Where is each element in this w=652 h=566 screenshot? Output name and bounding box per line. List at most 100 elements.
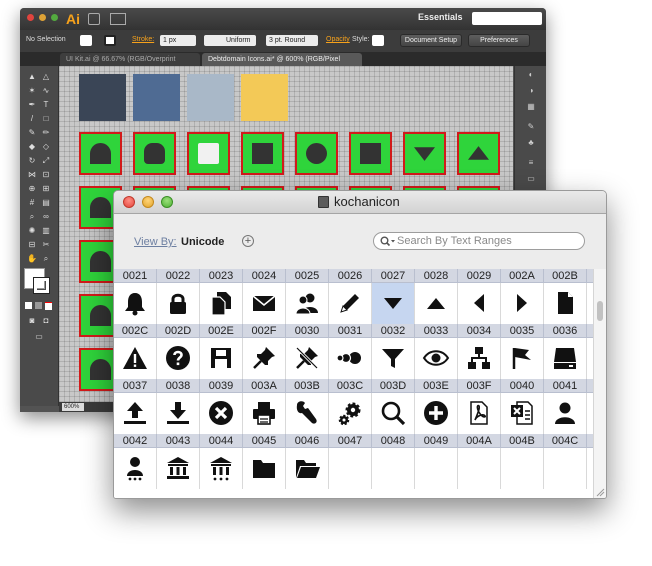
- glyph-cell[interactable]: [286, 338, 329, 379]
- tab-ui-kit[interactable]: UI Kit.ai @ 66.67% (RGB/Overprint Previe…: [60, 53, 200, 76]
- mesh-tool-icon[interactable]: #: [27, 198, 37, 207]
- eyedropper-tool-icon[interactable]: ⌕: [27, 212, 37, 221]
- glyph-cell[interactable]: [243, 338, 286, 379]
- glyph-cell[interactable]: [372, 448, 415, 489]
- color-mode-icon[interactable]: [25, 302, 32, 309]
- stroke-panel-icon[interactable]: ≡: [526, 158, 536, 167]
- column-graph-tool-icon[interactable]: ▥: [41, 226, 51, 235]
- symbol-sprayer-tool-icon[interactable]: ✺: [27, 226, 37, 235]
- glyph-cell[interactable]: [501, 338, 544, 379]
- glyph-cell[interactable]: [157, 448, 200, 489]
- search-field[interactable]: [373, 232, 585, 250]
- fill-swatch[interactable]: [80, 35, 92, 46]
- search-input[interactable]: [397, 234, 577, 248]
- glyph-cell[interactable]: [415, 283, 458, 324]
- artwork-icon-cell[interactable]: [403, 132, 446, 175]
- glyph-cell[interactable]: [415, 448, 458, 489]
- view-by-label[interactable]: View By:: [134, 236, 177, 248]
- gradient-tool-icon[interactable]: ▤: [41, 198, 51, 207]
- document-setup-button[interactable]: Document Setup: [400, 34, 462, 47]
- bridge-icon[interactable]: [88, 13, 100, 25]
- glyph-cell[interactable]: [157, 283, 200, 324]
- glyph-cell[interactable]: [200, 283, 243, 324]
- artwork-icon-cell[interactable]: [241, 132, 284, 175]
- free-transform-tool-icon[interactable]: ⊡: [41, 170, 51, 179]
- workspace-switcher[interactable]: Essentials: [418, 12, 463, 22]
- glyph-cell[interactable]: [286, 448, 329, 489]
- glyph-cell[interactable]: [329, 283, 372, 324]
- vertical-scrollbar[interactable]: [593, 269, 606, 498]
- perspective-grid-tool-icon[interactable]: ⊞: [41, 184, 51, 193]
- glyph-cell[interactable]: [200, 448, 243, 489]
- blob-brush-tool-icon[interactable]: ◆: [27, 142, 37, 151]
- glyph-cell[interactable]: [458, 448, 501, 489]
- type-tool-icon[interactable]: T: [41, 100, 51, 109]
- rectangle-tool-icon[interactable]: □: [41, 114, 51, 123]
- glyph-cell[interactable]: [501, 448, 544, 489]
- color-panel-icon[interactable]: ◐: [526, 70, 536, 79]
- zoom-button[interactable]: [161, 196, 173, 208]
- scale-tool-icon[interactable]: ⤢: [41, 156, 51, 165]
- minimize-button[interactable]: [142, 196, 154, 208]
- glyph-cell[interactable]: [544, 393, 587, 434]
- graphic-style-swatch[interactable]: [372, 35, 384, 46]
- glyph-cell[interactable]: [114, 448, 157, 489]
- rotate-tool-icon[interactable]: ↻: [27, 156, 37, 165]
- line-tool-icon[interactable]: /: [27, 114, 37, 123]
- glyph-cell[interactable]: [114, 338, 157, 379]
- glyph-cell[interactable]: [243, 448, 286, 489]
- glyph-cell[interactable]: [243, 283, 286, 324]
- screen-mode-icon[interactable]: ▭: [33, 332, 45, 341]
- zoom-level-field[interactable]: 600%: [62, 403, 84, 411]
- glyph-cell[interactable]: [286, 393, 329, 434]
- glyph-cell[interactable]: [372, 338, 415, 379]
- artwork-icon-cell[interactable]: [295, 132, 338, 175]
- close-button[interactable]: [123, 196, 135, 208]
- opacity-label[interactable]: Opacity: [326, 36, 350, 43]
- glyph-cell[interactable]: [544, 338, 587, 379]
- help-search-input[interactable]: [472, 12, 542, 25]
- add-icon[interactable]: +: [242, 235, 254, 247]
- lasso-tool-icon[interactable]: ∿: [41, 86, 51, 95]
- preferences-button[interactable]: Preferences: [468, 34, 530, 47]
- glyph-cell[interactable]: [501, 283, 544, 324]
- arrange-documents-icon[interactable]: [110, 13, 126, 25]
- glyph-cell[interactable]: [372, 283, 415, 324]
- selection-tool-icon[interactable]: ▲: [27, 72, 37, 81]
- brushes-panel-icon[interactable]: ✎: [526, 122, 536, 131]
- draw-behind-icon[interactable]: ◘: [41, 316, 51, 325]
- view-by-value[interactable]: Unicode: [181, 236, 224, 248]
- artwork-icon-cell[interactable]: [79, 132, 122, 175]
- artboard-tool-icon[interactable]: ⊟: [27, 240, 37, 249]
- artwork-icon-cell[interactable]: [187, 132, 230, 175]
- stroke-label[interactable]: Stroke:: [132, 36, 154, 43]
- artwork-icon-cell[interactable]: [457, 132, 500, 175]
- glyph-cell[interactable]: [200, 338, 243, 379]
- glyph-cell[interactable]: [243, 393, 286, 434]
- glyph-cell[interactable]: [157, 338, 200, 379]
- glyph-cell[interactable]: [329, 338, 372, 379]
- glyph-cell[interactable]: [114, 283, 157, 324]
- glyph-cell[interactable]: [114, 393, 157, 434]
- glyph-cell[interactable]: [501, 393, 544, 434]
- glyph-cell[interactable]: [329, 393, 372, 434]
- hand-tool-icon[interactable]: ✋: [27, 254, 37, 263]
- glyph-cell[interactable]: [458, 393, 501, 434]
- eraser-tool-icon[interactable]: ◇: [41, 142, 51, 151]
- glyph-cell[interactable]: [329, 448, 372, 489]
- glyph-cell[interactable]: [286, 283, 329, 324]
- artwork-icon-cell[interactable]: [349, 132, 392, 175]
- tab-debtdomain-icons[interactable]: Debtdomain Icons.ai* @ 600% (RGB/Pixel P…: [202, 53, 362, 76]
- color-guide-icon[interactable]: ◑: [526, 86, 536, 95]
- zoom-button[interactable]: [51, 14, 58, 21]
- pen-tool-icon[interactable]: ✒: [27, 100, 37, 109]
- magic-wand-tool-icon[interactable]: ✶: [27, 86, 37, 95]
- search-icon[interactable]: [380, 236, 396, 247]
- glyph-cell[interactable]: [458, 283, 501, 324]
- variable-width-profile[interactable]: Uniform: [204, 35, 256, 46]
- artwork-icon-cell[interactable]: [133, 132, 176, 175]
- stroke-swatch[interactable]: [104, 35, 116, 46]
- minimize-button[interactable]: [39, 14, 46, 21]
- width-tool-icon[interactable]: ⋈: [27, 170, 37, 179]
- brush-definition[interactable]: 3 pt. Round: [266, 35, 318, 46]
